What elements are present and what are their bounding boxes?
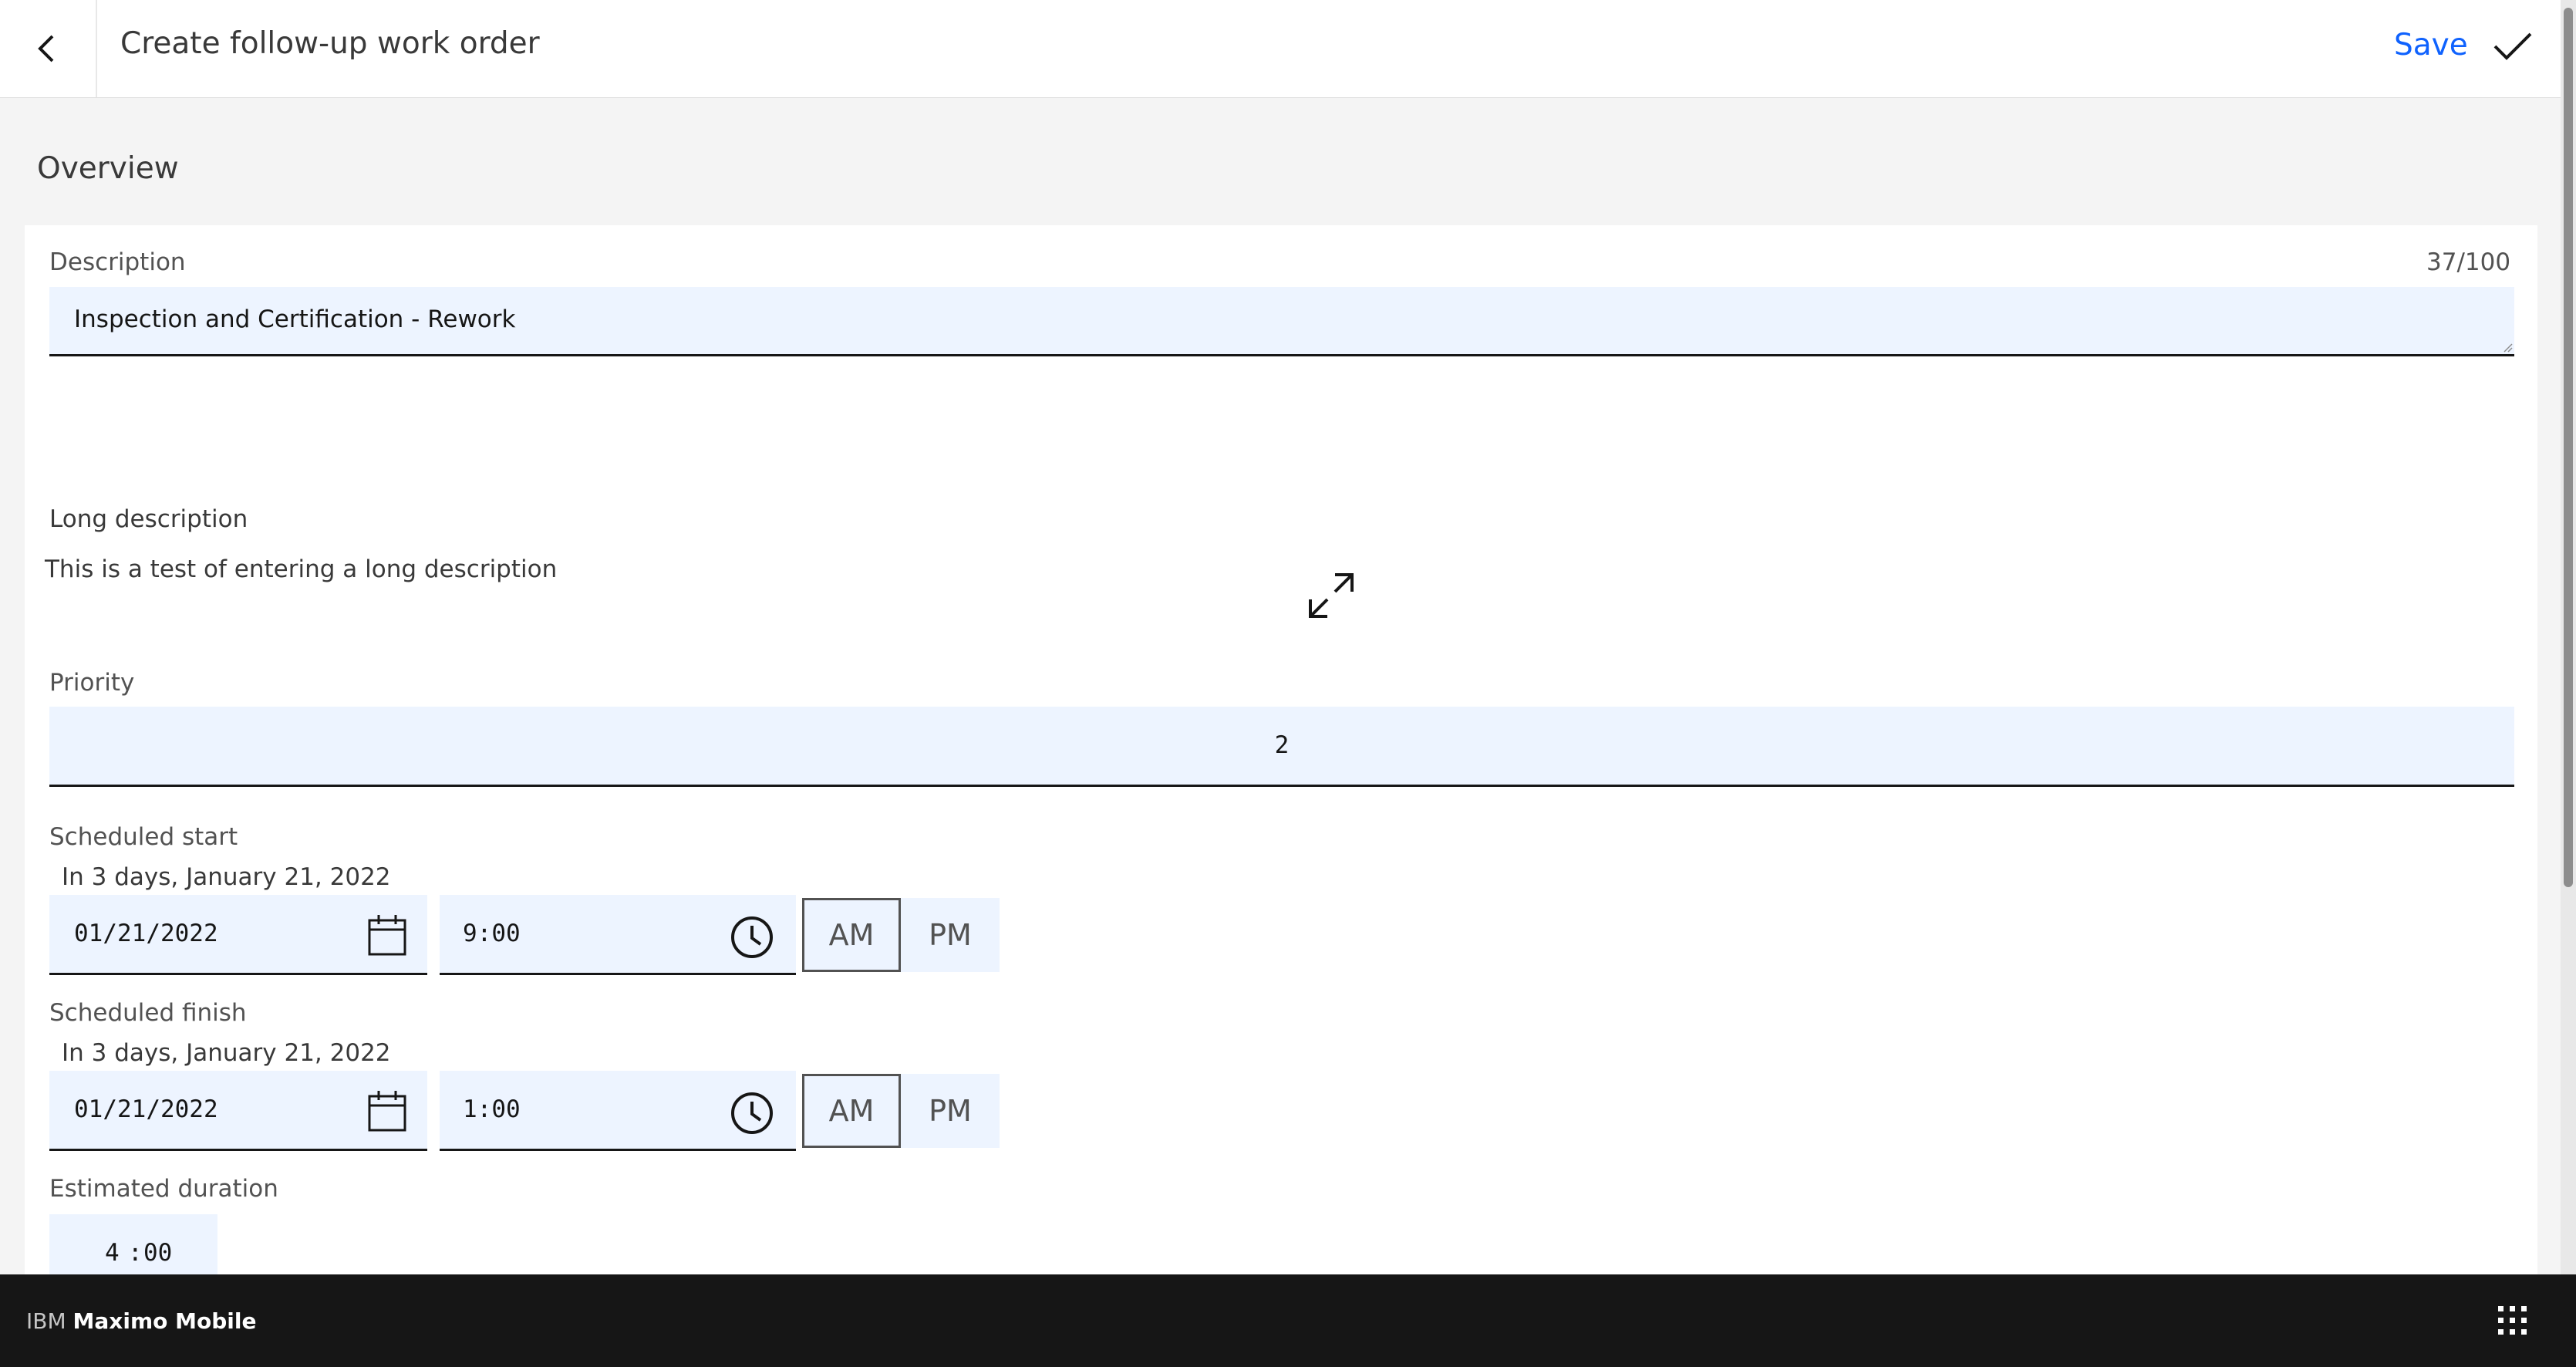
save-button[interactable]: Save — [2394, 28, 2468, 62]
confirm-button[interactable] — [2490, 23, 2536, 69]
app-switcher-button[interactable] — [2493, 1301, 2533, 1341]
calendar-icon — [368, 915, 406, 956]
scheduled-start-pm-button[interactable]: PM — [901, 898, 1000, 972]
scheduled-finish-date-value: 01/21/2022 — [74, 1095, 218, 1123]
resize-handle-icon[interactable] — [2502, 342, 2513, 353]
duration-separator: : — [128, 1239, 143, 1267]
long-description-label: Long description — [49, 505, 248, 533]
long-description-value: This is a test of entering a long descri… — [45, 555, 558, 583]
scheduled-start-time-input[interactable]: 9:00 — [440, 895, 796, 975]
priority-value: 2 — [1274, 731, 1290, 759]
app-footer: IBM Maximo Mobile — [0, 1274, 2576, 1367]
scheduled-start-date-input[interactable]: 01/21/2022 — [49, 895, 427, 975]
brand-name: Maximo Mobile — [72, 1308, 257, 1334]
maximize-icon — [1309, 573, 1354, 618]
duration-hours[interactable]: 4 — [105, 1239, 120, 1267]
description-label: Description — [49, 248, 186, 276]
page-title: Create follow-up work order — [120, 26, 540, 61]
scheduled-start-date-value: 01/21/2022 — [74, 920, 218, 947]
section-title: Overview — [37, 151, 179, 186]
back-button[interactable] — [0, 0, 97, 97]
checkmark-icon — [2493, 32, 2532, 60]
scrollbar-thumb[interactable] — [2564, 8, 2573, 887]
expand-long-description-button[interactable] — [1303, 568, 1359, 623]
calendar-icon — [368, 1091, 406, 1132]
scheduled-finish-clock-button[interactable] — [728, 1089, 776, 1137]
duration-minutes[interactable]: 00 — [143, 1239, 172, 1267]
priority-label: Priority — [49, 669, 135, 697]
top-bar: Create follow-up work order Save — [0, 0, 2561, 98]
scheduled-finish-label: Scheduled finish — [49, 999, 247, 1027]
scheduled-finish-pm-button[interactable]: PM — [901, 1074, 1000, 1148]
scheduled-start-am-button[interactable]: AM — [802, 898, 901, 972]
chevron-left-icon — [38, 35, 54, 62]
brand-logo: IBM Maximo Mobile — [26, 1308, 256, 1334]
estimated-duration-input[interactable]: 4 : 00 — [49, 1214, 217, 1274]
scheduled-start-helper: In 3 days, January 21, 2022 — [62, 863, 391, 891]
scheduled-finish-helper: In 3 days, January 21, 2022 — [62, 1039, 391, 1067]
priority-input[interactable]: 2 — [49, 707, 2514, 787]
page-scrollbar[interactable] — [2561, 0, 2576, 1274]
clock-icon — [731, 916, 773, 958]
clock-icon — [731, 1092, 773, 1134]
description-counter: 37/100 — [2426, 248, 2511, 276]
scheduled-finish-calendar-button[interactable] — [364, 1088, 410, 1134]
description-value: Inspection and Certification - Rework — [74, 305, 516, 333]
scheduled-finish-time-value: 1:00 — [463, 1095, 521, 1123]
scheduled-start-label: Scheduled start — [49, 823, 238, 851]
brand-prefix: IBM — [26, 1308, 66, 1334]
scheduled-finish-time-input[interactable]: 1:00 — [440, 1071, 796, 1151]
app-switcher-icon — [2498, 1306, 2527, 1335]
scheduled-finish-am-button[interactable]: AM — [802, 1074, 901, 1148]
scheduled-start-time-value: 9:00 — [463, 920, 521, 947]
scheduled-start-calendar-button[interactable] — [364, 912, 410, 958]
scheduled-finish-date-input[interactable]: 01/21/2022 — [49, 1071, 427, 1151]
scheduled-start-clock-button[interactable] — [728, 913, 776, 961]
estimated-duration-label: Estimated duration — [49, 1175, 278, 1203]
description-textarea[interactable]: Inspection and Certification - Rework — [49, 287, 2514, 356]
